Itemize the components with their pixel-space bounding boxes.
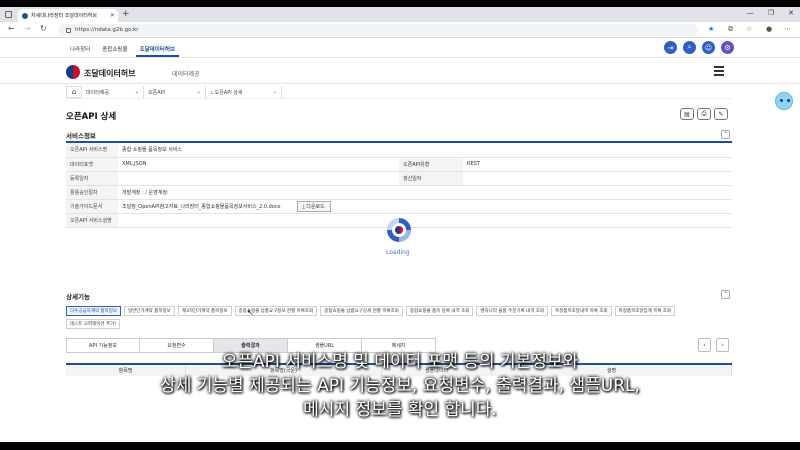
info-value: REST <box>463 157 732 172</box>
collections-icon[interactable]: ☆ <box>746 25 752 34</box>
collapse-icon[interactable]: ⌃ <box>721 290 730 299</box>
collapse-icon[interactable]: ⌃ <box>721 130 730 139</box>
url-field[interactable]: https://ndata.g2b.go.kr <box>58 24 698 36</box>
table-row: 활용승인절차 개발계정 : / 운영계정: <box>66 185 732 200</box>
minimize-icon[interactable]: — <box>747 9 754 17</box>
new-tab-icon[interactable]: + <box>122 10 130 19</box>
function-chip[interactable]: 종합쇼핑몰 납품요구상세 현황 목록조회 <box>320 306 403 316</box>
breadcrumb-item[interactable]: 데이터제공 ⌄ <box>82 86 144 98</box>
reload-icon[interactable]: ↻ <box>40 24 47 34</box>
function-chip[interactable]: 벤처나라 물품 주문기록 내역 조회 <box>476 306 549 316</box>
browser-tab-bar: 차세대나라장터 조달데이터허브 ✕ + — ❐ ✕ <box>0 7 800 22</box>
sub-nav-data[interactable]: 데이터제공 <box>172 69 200 78</box>
chevron-down-icon: ⌄ <box>272 89 277 95</box>
tab-actions-icon[interactable] <box>5 11 12 18</box>
breadcrumb: ⌂ 데이터제공 ⌄ 오픈API ⌄ ㄴ오픈API 상세 ⌄ <box>66 86 732 99</box>
page-tools: ▤ ⎙ ✎ <box>680 108 728 120</box>
lock-icon <box>66 27 71 33</box>
service-section-title: 서비스정보 <box>66 132 96 140</box>
chevron-down-icon: ⌄ <box>196 89 201 95</box>
function-list: 다수공급자계약 품목정보 일반단가계약 품목정보 제3자단가계약 품목정보 종합… <box>66 306 732 329</box>
topnav-item-shopping[interactable]: 종합쇼핑몰 <box>98 43 131 57</box>
maximize-icon[interactable]: ❐ <box>768 9 774 17</box>
video-caption: 오픈API 서비스명 및 데이터 포맷 등의 기본정보와 상세 기능별 제공되는… <box>0 350 800 442</box>
breadcrumb-item[interactable]: ㄴ오픈API 상세 ⌄ <box>206 86 282 98</box>
caption-line: 상세 기능별 제공되는 API 기능정보, 요청변수, 출력결과, 샘플URL, <box>160 376 640 396</box>
info-key: 활용승인절차 <box>66 185 118 200</box>
search-icon[interactable]: ⌕ <box>683 41 696 54</box>
header-actions: ⇥ ⌕ ☺ ⚙ <box>664 41 734 54</box>
function-chip[interactable]: 테스트 오퍼레이션 추가! <box>66 319 121 329</box>
function-chip[interactable]: 제3자단가계약 품목정보 <box>177 306 232 316</box>
settings-icon[interactable]: ⚙ <box>721 41 734 54</box>
print-icon[interactable]: ⎙ <box>697 108 711 120</box>
site-logo-text[interactable]: 조달데이터허브 <box>84 68 136 79</box>
logo-icon[interactable] <box>66 65 80 79</box>
loading-logo-icon <box>395 226 403 234</box>
function-chip[interactable]: 종합쇼핑몰 품목 등록 내역 조회 <box>405 306 474 316</box>
more-icon[interactable]: ⋯ <box>784 25 791 34</box>
url-text: https://ndata.g2b.go.kr <box>75 27 139 33</box>
function-chip[interactable]: 특정품목조달집계 목록 조회 <box>614 306 676 316</box>
table-row: 오픈API 서비스명 종합 쇼핑몰 품목정보 서비스 <box>66 143 732 158</box>
address-bar: ← → ↻ https://ndata.g2b.go.kr ★ ⧉ ☆ ● ⋯ <box>0 22 800 38</box>
close-window-icon[interactable]: ✕ <box>788 9 794 17</box>
breadcrumb-item[interactable]: 오픈API ⌄ <box>144 86 206 98</box>
window-controls: — ❐ ✕ <box>747 9 794 17</box>
close-tab-icon[interactable]: ✕ <box>110 12 118 19</box>
info-value <box>118 213 732 228</box>
profile-icon[interactable]: ● <box>766 25 772 34</box>
info-value: 개발계정 : / 운영계정: <box>118 185 732 200</box>
site-favicon-icon <box>22 12 28 19</box>
info-key: 갱신일자 <box>399 171 463 186</box>
chevron-down-icon: ⌄ <box>134 89 139 95</box>
table-row: 데이터포맷 XML,JSON 오픈API유형 REST <box>66 157 732 172</box>
info-key: 오픈API유형 <box>399 157 463 172</box>
info-key: 데이터포맷 <box>66 157 118 172</box>
browser-tab[interactable]: 차세대나라장터 조달데이터허브 ✕ <box>18 9 118 22</box>
info-key: 오픈API 서비스명 <box>66 143 118 158</box>
info-value: 조달청_OpenAPI참고자료_나라장터_종합쇼핑몰품목정보서비스_2.0.do… <box>118 199 732 214</box>
site-header: 조달데이터허브 데이터제공 <box>0 60 800 84</box>
info-value: 종합 쇼핑몰 품목정보 서비스 <box>118 143 732 158</box>
info-key: 기술가이드문서 <box>66 199 118 214</box>
user-icon[interactable]: ☺ <box>702 41 715 54</box>
service-info-table: 오픈API 서비스명 종합 쇼핑몰 품목정보 서비스 데이터포맷 XML,JSO… <box>66 143 732 228</box>
home-icon[interactable]: ⌂ <box>66 86 82 98</box>
forward-icon[interactable]: → <box>24 24 31 34</box>
caption-line: 메시지 정보를 확인 합니다. <box>303 400 497 420</box>
info-value <box>118 171 399 186</box>
function-chip[interactable]: 다수공급자계약 품목정보 <box>66 306 121 316</box>
table-row: 등록일자 갱신일자 <box>66 171 732 186</box>
bookmark-icon[interactable]: ▤ <box>680 108 694 120</box>
chatbot-mascot-icon[interactable] <box>775 92 793 110</box>
info-value: XML,JSON <box>118 157 399 172</box>
info-value <box>463 171 732 186</box>
loading-text: Loading <box>386 249 410 256</box>
info-key: 오픈API 서비스설명 <box>66 213 118 228</box>
split-screen-icon[interactable]: ⧉ <box>728 25 733 34</box>
favorite-star-icon[interactable]: ★ <box>708 25 714 34</box>
detail-section-title: 상세기능 <box>66 293 90 301</box>
table-row: 기술가이드문서 조달청_OpenAPI참고자료_나라장터_종합쇼핑몰품목정보서비… <box>66 199 732 214</box>
topnav-item-naraj[interactable]: 나라장터 <box>66 43 94 57</box>
function-chip[interactable]: 특정품목조달내역 목록 조회 <box>551 306 612 316</box>
top-nav: 나라장터 종합쇼핑몰 조달데이터허브 <box>66 43 179 57</box>
tab-title: 차세대나라장터 조달데이터허브 <box>31 13 97 19</box>
login-icon[interactable]: ⇥ <box>664 41 677 54</box>
back-icon[interactable]: ← <box>8 24 15 34</box>
mouse-cursor-icon: ↖ <box>247 308 254 317</box>
top-nav-row: 나라장터 종합쇼핑몰 조달데이터허브 ⇥ ⌕ ☺ ⚙ <box>0 38 800 58</box>
page-title: 오픈API 상세 <box>66 112 117 122</box>
topnav-item-datahub[interactable]: 조달데이터허브 <box>135 43 179 57</box>
guide-doc-link[interactable]: 조달청_OpenAPI참고자료_나라장터_종합쇼핑몰품목정보서비스_2.0.do… <box>122 204 281 210</box>
function-chip[interactable]: 일반단가계약 품목정보 <box>123 306 175 316</box>
caption-line: 오픈API 서비스명 및 데이터 포맷 등의 기본정보와 <box>221 352 579 372</box>
share-icon[interactable]: ✎ <box>714 108 728 120</box>
download-button[interactable]: ⤓ 다운로드 <box>296 200 331 212</box>
menu-icon[interactable] <box>714 66 724 76</box>
info-key: 등록일자 <box>66 171 118 186</box>
